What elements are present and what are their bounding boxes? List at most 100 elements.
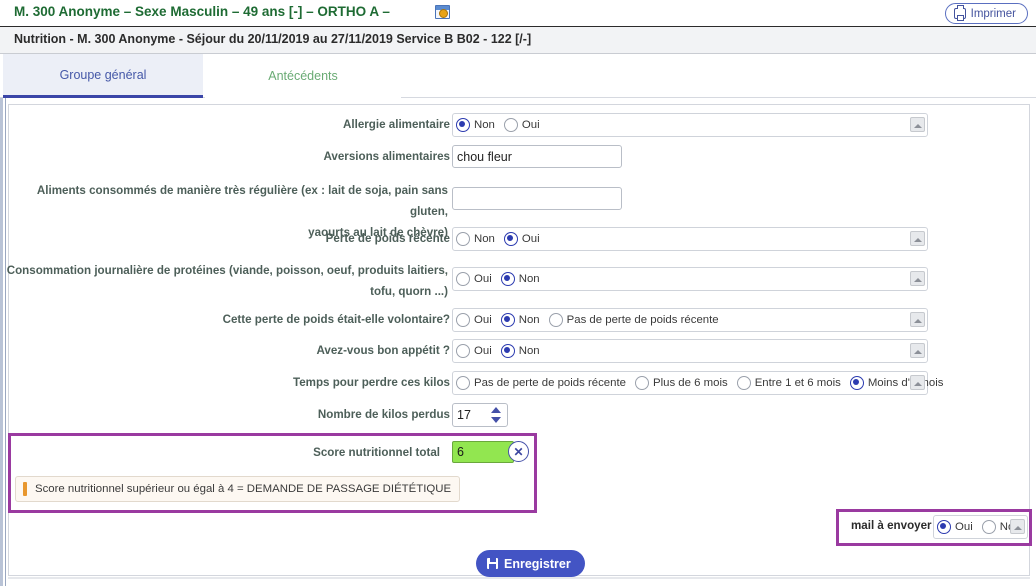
- label-score-nutritionnel-total: Score nutritionnel total: [313, 446, 440, 459]
- floppy-disk-icon: [487, 558, 498, 569]
- radio-volontaire-oui[interactable]: [456, 313, 470, 327]
- tab-antecedents-label: Antécédents: [268, 69, 338, 83]
- row-volontaire-label: Cette perte de poids était-elle volontai…: [0, 309, 450, 330]
- radio-option-temps-plus-6-mois[interactable]: Plus de 6 mois: [634, 376, 728, 390]
- tab-bar: Groupe général Antécédents: [0, 54, 1036, 98]
- row-consommation-label: Consommation journalière de protéines (v…: [0, 260, 448, 302]
- patient-title: M. 300 Anonyme – Sexe Masculin – 49 ans …: [14, 4, 390, 19]
- radio-option-temps-pas-de-perte[interactable]: Pas de perte de poids récente: [456, 376, 626, 390]
- field-mail-a-envoyer[interactable]: Oui Non: [933, 515, 1028, 539]
- radio-perte-non-label: Non: [474, 233, 495, 245]
- radio-temps-plus-6-mois[interactable]: [634, 376, 649, 390]
- radio-option-mail-oui[interactable]: Oui: [937, 520, 973, 534]
- label-consommation-line1: Consommation journalière de protéines (v…: [6, 264, 448, 277]
- radio-allergie-non[interactable]: [456, 118, 470, 132]
- label-temps-pour-perdre: Temps pour perdre ces kilos: [293, 376, 450, 389]
- input-aversions-alimentaires[interactable]: [452, 145, 622, 168]
- field-perte-de-poids-recente[interactable]: Non Oui: [452, 227, 928, 251]
- radio-proteines-non[interactable]: [500, 272, 515, 286]
- save-button[interactable]: Enregistrer: [476, 550, 585, 577]
- radio-option-proteines-oui[interactable]: Oui: [456, 272, 492, 286]
- field-temps-pour-perdre[interactable]: Pas de perte de poids récente Plus de 6 …: [452, 371, 943, 395]
- collapse-icon[interactable]: [910, 117, 925, 132]
- print-button[interactable]: Imprimer: [944, 3, 1028, 24]
- radio-appetit-non[interactable]: [500, 344, 515, 358]
- collapse-icon[interactable]: [1010, 519, 1025, 534]
- radio-option-proteines-non[interactable]: Non: [500, 272, 540, 286]
- tab-antecedents[interactable]: Antécédents: [205, 54, 401, 98]
- label-perte-de-poids-recente: Perte de poids récente: [325, 232, 450, 245]
- radio-volontaire-pas-de-perte[interactable]: [548, 313, 563, 327]
- radio-volontaire-oui-label: Oui: [474, 314, 492, 326]
- row-temps-label: Temps pour perdre ces kilos: [0, 372, 450, 393]
- radio-perte-oui[interactable]: [503, 232, 518, 246]
- radio-appetit-oui-label: Oui: [474, 345, 492, 357]
- radio-appetit-oui[interactable]: [456, 344, 470, 358]
- collapse-icon[interactable]: [910, 375, 925, 390]
- radio-option-perte-non[interactable]: Non: [456, 232, 495, 246]
- radio-mail-oui[interactable]: [937, 520, 951, 534]
- stay-subtitle: Nutrition - M. 300 Anonyme - Séjour du 2…: [14, 32, 532, 46]
- radio-temps-moins-1-mois[interactable]: [849, 376, 864, 390]
- collapse-icon[interactable]: [910, 343, 925, 358]
- radio-temps-moins-1-mois-label: Moins d'1 mois: [867, 377, 944, 389]
- field-perte-volontaire[interactable]: Oui Non Pas de perte de poids récente: [452, 308, 928, 332]
- print-button-label: Imprimer: [970, 7, 1016, 20]
- radio-appetit-non-label: Non: [518, 345, 540, 357]
- radio-option-volontaire-pas-de-perte[interactable]: Pas de perte de poids récente: [548, 313, 719, 327]
- label-perte-volontaire: Cette perte de poids était-elle volontai…: [222, 313, 450, 326]
- window-gear-icon[interactable]: [435, 5, 450, 19]
- radio-option-appetit-oui[interactable]: Oui: [456, 344, 492, 358]
- radio-option-allergie-oui[interactable]: Oui: [503, 118, 540, 132]
- radio-allergie-non-label: Non: [474, 119, 495, 131]
- score-warning-banner: Score nutritionnel supérieur ou égal à 4…: [15, 476, 461, 502]
- input-aliments-consommes[interactable]: [452, 187, 622, 210]
- field-consommation-proteines[interactable]: Oui Non: [452, 267, 928, 291]
- radio-temps-entre-1-6-mois-label: Entre 1 et 6 mois: [754, 377, 841, 389]
- radio-option-appetit-non[interactable]: Non: [500, 344, 540, 358]
- radio-mail-oui-label: Oui: [955, 521, 973, 533]
- radio-perte-non[interactable]: [456, 232, 470, 246]
- label-allergie-alimentaire: Allergie alimentaire: [343, 118, 450, 131]
- tab-groupe-general-label: Groupe général: [59, 67, 147, 82]
- field-allergie-alimentaire[interactable]: Non Oui: [452, 113, 928, 137]
- row-kilos-label: Nombre de kilos perdus: [0, 404, 450, 425]
- field-bon-appetit[interactable]: Oui Non: [452, 339, 928, 363]
- radio-option-perte-oui[interactable]: Oui: [503, 232, 540, 246]
- collapse-icon[interactable]: [910, 312, 925, 327]
- radio-volontaire-non-label: Non: [518, 314, 540, 326]
- radio-proteines-oui-label: Oui: [474, 273, 492, 285]
- spinner-up-icon[interactable]: [491, 407, 501, 413]
- field-nombre-kilos-perdus[interactable]: [452, 403, 508, 427]
- radio-proteines-oui[interactable]: [456, 272, 470, 286]
- collapse-icon[interactable]: [910, 271, 925, 286]
- save-button-label: Enregistrer: [504, 556, 571, 571]
- radio-mail-non[interactable]: [981, 520, 996, 534]
- collapse-icon[interactable]: [910, 231, 925, 246]
- label-mail-a-envoyer: mail à envoyer: [851, 519, 932, 532]
- label-bon-appetit: Avez-vous bon appétit ?: [316, 344, 450, 357]
- exclamation-icon: [23, 482, 27, 496]
- input-score-nutritionnel-total[interactable]: [452, 441, 514, 463]
- label-nombre-kilos-perdus: Nombre de kilos perdus: [317, 408, 450, 421]
- clear-score-button[interactable]: ✕: [508, 441, 529, 462]
- radio-option-temps-moins-1-mois[interactable]: Moins d'1 mois: [849, 376, 944, 390]
- radio-temps-pas-de-perte-label: Pas de perte de poids récente: [474, 377, 626, 389]
- radio-temps-pas-de-perte[interactable]: [456, 376, 470, 390]
- tab-groupe-general[interactable]: Groupe général: [3, 54, 203, 98]
- label-aliments-line1: Aliments consommés de manière très régul…: [36, 184, 448, 218]
- spinner-down-icon[interactable]: [491, 417, 501, 423]
- radio-allergie-oui[interactable]: [503, 118, 518, 132]
- close-icon: ✕: [513, 444, 524, 459]
- printer-icon: [953, 5, 966, 21]
- radio-option-temps-entre-1-6-mois[interactable]: Entre 1 et 6 mois: [736, 376, 841, 390]
- row-score-label: Score nutritionnel total: [0, 442, 440, 463]
- radio-perte-oui-label: Oui: [521, 233, 540, 245]
- radio-allergie-oui-label: Oui: [521, 119, 540, 131]
- radio-option-volontaire-non[interactable]: Non: [500, 313, 540, 327]
- radio-volontaire-non[interactable]: [500, 313, 515, 327]
- radio-option-volontaire-oui[interactable]: Oui: [456, 313, 492, 327]
- radio-option-allergie-non[interactable]: Non: [456, 118, 495, 132]
- patient-header-bar: M. 300 Anonyme – Sexe Masculin – 49 ans …: [0, 0, 1036, 27]
- radio-temps-entre-1-6-mois[interactable]: [736, 376, 751, 390]
